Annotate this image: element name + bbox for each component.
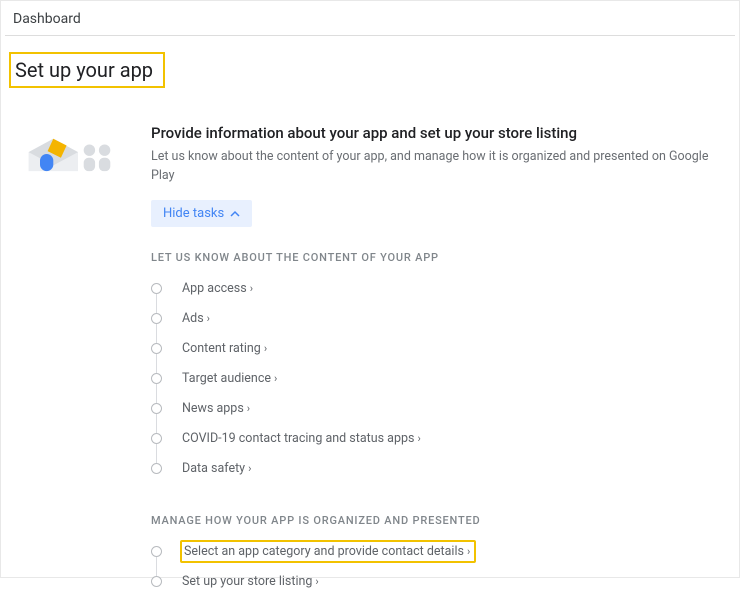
chevron-right-icon: › xyxy=(417,433,420,444)
step-link-covid19[interactable]: COVID-19 contact tracing and status apps… xyxy=(180,429,425,448)
page-title: Set up your app xyxy=(9,52,165,88)
step-label: Content rating xyxy=(182,341,261,356)
step-link-target-audience[interactable]: Target audience › xyxy=(180,369,281,388)
step-label: Set up your store listing xyxy=(182,574,312,589)
step-app-access: App access › xyxy=(151,276,719,306)
step-bullet-icon xyxy=(151,546,162,557)
step-link-app-access[interactable]: App access › xyxy=(180,279,257,298)
step-data-safety: Data safety › xyxy=(151,456,719,486)
step-ads: Ads › xyxy=(151,306,719,336)
step-app-category: Select an app category and provide conta… xyxy=(151,539,719,569)
steps-content-section: App access › Ads › Content rating › xyxy=(151,276,719,486)
step-bullet-icon xyxy=(151,283,162,294)
section-label-content: LET US KNOW ABOUT THE CONTENT OF YOUR AP… xyxy=(151,251,719,264)
step-label: Data safety xyxy=(182,461,245,476)
step-bullet-icon xyxy=(151,343,162,354)
hide-tasks-label: Hide tasks xyxy=(163,206,224,221)
steps-manage-section: Select an app category and provide conta… xyxy=(151,539,719,599)
step-label: App access xyxy=(182,281,247,296)
step-label: Select an app category and provide conta… xyxy=(184,544,464,559)
step-bullet-icon xyxy=(151,463,162,474)
setup-illustration xyxy=(1,124,151,599)
step-label: Target audience xyxy=(182,371,271,386)
chevron-up-icon xyxy=(230,208,240,218)
step-link-content-rating[interactable]: Content rating › xyxy=(180,339,271,358)
step-link-news-apps[interactable]: News apps › xyxy=(180,399,254,418)
step-bullet-icon xyxy=(151,403,162,414)
chevron-right-icon: › xyxy=(248,463,251,474)
step-bullet-icon xyxy=(151,313,162,324)
step-link-ads[interactable]: Ads › xyxy=(180,309,214,328)
card-description: Let us know about the content of your ap… xyxy=(151,148,719,186)
step-label: COVID-19 contact tracing and status apps xyxy=(182,431,414,446)
chevron-right-icon: › xyxy=(467,546,470,557)
step-content-rating: Content rating › xyxy=(151,336,719,366)
step-target-audience: Target audience › xyxy=(151,366,719,396)
chevron-right-icon: › xyxy=(264,343,267,354)
step-bullet-icon xyxy=(151,433,162,444)
step-link-store-listing[interactable]: Set up your store listing › xyxy=(180,572,323,591)
step-link-data-safety[interactable]: Data safety › xyxy=(180,459,255,478)
section-label-manage: MANAGE HOW YOUR APP IS ORGANIZED AND PRE… xyxy=(151,514,719,527)
step-bullet-icon xyxy=(151,373,162,384)
hide-tasks-button[interactable]: Hide tasks xyxy=(151,200,252,227)
divider xyxy=(5,35,735,36)
step-label: Ads xyxy=(182,311,204,326)
breadcrumb[interactable]: Dashboard xyxy=(1,1,739,35)
chevron-right-icon: › xyxy=(207,313,210,324)
chevron-right-icon: › xyxy=(274,373,277,384)
chevron-right-icon: › xyxy=(247,403,250,414)
step-label: News apps xyxy=(182,401,244,416)
step-news-apps: News apps › xyxy=(151,396,719,426)
card-title: Provide information about your app and s… xyxy=(151,124,719,142)
step-store-listing: Set up your store listing › xyxy=(151,569,719,599)
step-covid19: COVID-19 contact tracing and status apps… xyxy=(151,426,719,456)
step-link-app-category[interactable]: Select an app category and provide conta… xyxy=(180,540,476,563)
chevron-right-icon: › xyxy=(250,283,253,294)
